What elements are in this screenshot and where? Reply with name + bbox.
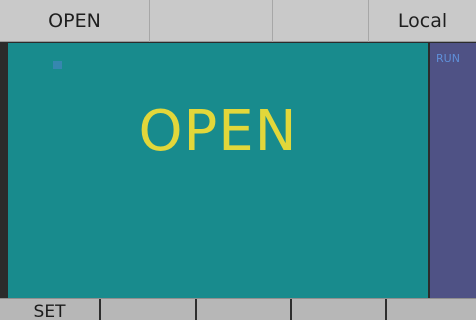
status-mode: OPEN [0, 0, 150, 42]
instrument-display: OPEN Local OPEN RUN SET [0, 0, 476, 320]
status-cell-2 [150, 0, 273, 42]
main-status-text: OPEN [138, 99, 298, 164]
softkey-set[interactable]: SET [0, 299, 101, 320]
softkey-bar: SET [0, 298, 476, 320]
softkey-4[interactable] [292, 299, 387, 320]
status-cell-3 [273, 0, 369, 42]
run-status-label: RUN [436, 52, 460, 65]
softkey-2[interactable] [101, 299, 197, 320]
softkey-5[interactable] [387, 299, 476, 320]
status-control-mode: Local [397, 10, 448, 32]
main-display-panel: OPEN [8, 43, 428, 298]
side-status-panel: RUN [430, 43, 476, 298]
softkey-3[interactable] [197, 299, 292, 320]
indicator-marker-icon [53, 61, 62, 69]
status-bar: OPEN Local [0, 0, 476, 42]
